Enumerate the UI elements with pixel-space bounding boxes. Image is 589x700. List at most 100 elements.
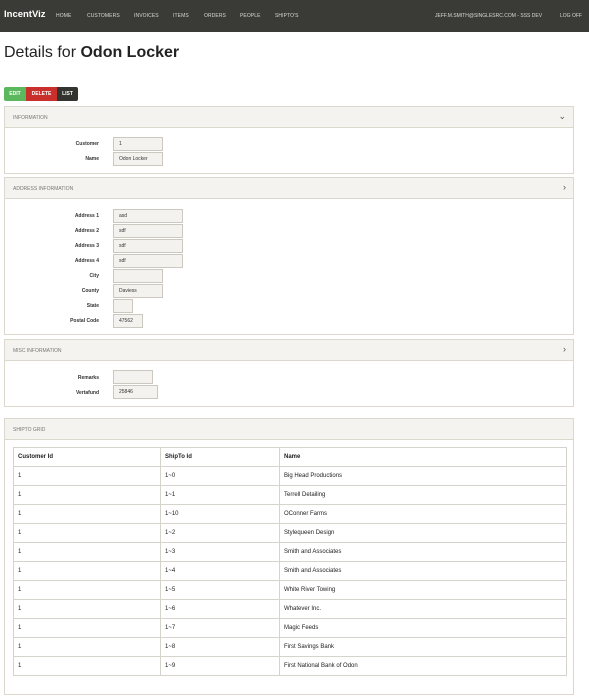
cell-shipto-id: 1~0	[160, 466, 280, 486]
cell-name: Smith and Associates	[279, 542, 567, 562]
customer-label: Customer	[75, 141, 99, 147]
misc-panel: MISC INFORMATION › Remarks Vertafund 258…	[4, 339, 574, 407]
cell-name: Smith and Associates	[279, 561, 567, 581]
cell-shipto-id: 1~7	[160, 618, 280, 638]
state-label: State	[86, 303, 99, 309]
page-title-name: Odon Locker	[80, 44, 180, 61]
nav-home[interactable]: HOME	[56, 13, 71, 19]
shipto-panel-title: SHIPTO GRID	[13, 427, 46, 433]
information-panel-heading[interactable]: INFORMATION ⌄	[5, 107, 573, 128]
information-panel-title: INFORMATION	[13, 115, 48, 121]
cell-customer-id: 1	[13, 637, 161, 657]
address1-field[interactable]: asd	[113, 209, 183, 223]
cell-name: First National Bank of Odon	[279, 656, 567, 676]
cell-shipto-id: 1~4	[160, 561, 280, 581]
table-row[interactable]: 1 1~3 Smith and Associates	[13, 542, 567, 562]
table-row[interactable]: 1 1~9 First National Bank of Odon	[13, 656, 567, 676]
cell-customer-id: 1	[13, 599, 161, 619]
nav-logoff[interactable]: LOG OFF	[560, 13, 582, 19]
top-navbar: IncentViz HOME CUSTOMERS INVOICES ITEMS …	[0, 0, 589, 32]
cell-name: Stylequeen Design	[279, 523, 567, 543]
table-row[interactable]: 1 1~10 OConner Farms	[13, 504, 567, 524]
table-row[interactable]: 1 1~7 Magic Feeds	[13, 618, 567, 638]
misc-panel-title: MISC INFORMATION	[13, 348, 62, 354]
cell-shipto-id: 1~1	[160, 485, 280, 505]
column-header-customer-id[interactable]: Customer Id	[13, 447, 161, 467]
county-label: County	[81, 288, 99, 294]
cell-shipto-id: 1~8	[160, 637, 280, 657]
page-title-prefix: Details for	[4, 44, 81, 61]
postal-code-field[interactable]: 47562	[113, 314, 143, 328]
cell-shipto-id: 1~10	[160, 504, 280, 524]
vertafund-label: Vertafund	[75, 390, 99, 396]
address-panel-title: ADDRESS INFORMATION	[13, 186, 74, 192]
nav-invoices[interactable]: INVOICES	[134, 13, 159, 19]
chevron-down-icon[interactable]: ⌄	[558, 112, 566, 121]
address2-field[interactable]: sdf	[113, 224, 183, 238]
postal-code-label: Postal Code	[70, 318, 99, 324]
cell-name: Big Head Productions	[279, 466, 567, 486]
customer-field[interactable]: 1	[113, 137, 163, 151]
cell-name: First Savings Bank	[279, 637, 567, 657]
cell-customer-id: 1	[13, 504, 161, 524]
address2-label: Address 2	[74, 228, 99, 234]
cell-customer-id: 1	[13, 523, 161, 543]
cell-name: OConner Farms	[279, 504, 567, 524]
address4-field[interactable]: sdf	[113, 254, 183, 268]
chevron-right-icon[interactable]: ›	[563, 183, 566, 192]
nav-orders[interactable]: ORDERS	[204, 13, 226, 19]
chevron-right-icon[interactable]: ›	[563, 345, 566, 354]
shipto-panel-heading: SHIPTO GRID	[5, 419, 573, 440]
cell-customer-id: 1	[13, 542, 161, 562]
county-field[interactable]: Daviess	[113, 284, 163, 298]
table-row[interactable]: 1 1~5 White River Towing	[13, 580, 567, 600]
address1-label: Address 1	[74, 213, 99, 219]
nav-people[interactable]: PEOPLE	[240, 13, 261, 19]
nav-customers[interactable]: CUSTOMERS	[87, 13, 120, 19]
nav-items[interactable]: ITEMS	[173, 13, 189, 19]
name-label: Name	[85, 156, 99, 162]
column-header-name[interactable]: Name	[279, 447, 567, 467]
table-row[interactable]: 1 1~8 First Savings Bank	[13, 637, 567, 657]
shipto-panel: SHIPTO GRID Customer Id ShipTo Id Name 1…	[4, 418, 574, 695]
information-panel: INFORMATION ⌄ Customer 1 Name Odon Locke…	[4, 106, 574, 174]
delete-button[interactable]: DELETE	[26, 87, 57, 101]
address-panel-heading[interactable]: ADDRESS INFORMATION ›	[5, 178, 573, 199]
state-field[interactable]	[113, 299, 133, 313]
name-field[interactable]: Odon Locker	[113, 152, 163, 166]
city-label: City	[89, 273, 99, 279]
cell-customer-id: 1	[13, 580, 161, 600]
list-button[interactable]: LIST	[57, 87, 78, 101]
shipto-table: Customer Id ShipTo Id Name 1 1~0 Big Head …	[13, 447, 567, 676]
address-panel: ADDRESS INFORMATION › Address 1 asd Addr…	[4, 177, 574, 335]
address3-field[interactable]: sdf	[113, 239, 183, 253]
cell-name: White River Towing	[279, 580, 567, 600]
brand-logo[interactable]: IncentViz	[4, 9, 46, 20]
cell-shipto-id: 1~3	[160, 542, 280, 562]
city-field[interactable]	[113, 269, 163, 283]
address3-label: Address 3	[74, 243, 99, 249]
table-row[interactable]: 1 1~0 Big Head Productions	[13, 466, 567, 486]
misc-panel-heading[interactable]: MISC INFORMATION ›	[5, 340, 573, 361]
table-row[interactable]: 1 1~1 Terrell Detailing	[13, 485, 567, 505]
cell-customer-id: 1	[13, 485, 161, 505]
cell-name: Terrell Detailing	[279, 485, 567, 505]
table-row[interactable]: 1 1~4 Smith and Associates	[13, 561, 567, 581]
cell-customer-id: 1	[13, 561, 161, 581]
cell-shipto-id: 1~2	[160, 523, 280, 543]
vertafund-field[interactable]: 25846	[113, 385, 158, 399]
page-title: Details for Odon Locker	[4, 44, 179, 62]
cell-customer-id: 1	[13, 466, 161, 486]
nav-user-account[interactable]: JEFF.M.SMITH@SINGLESRC.COM - SSS DEV	[435, 13, 542, 19]
table-row[interactable]: 1 1~2 Stylequeen Design	[13, 523, 567, 543]
remarks-field[interactable]	[113, 370, 153, 384]
table-row[interactable]: 1 1~6 Whatever Inc.	[13, 599, 567, 619]
cell-customer-id: 1	[13, 618, 161, 638]
table-header-row: Customer Id ShipTo Id Name	[13, 447, 567, 467]
nav-shiptos[interactable]: SHIPTO'S	[275, 13, 299, 19]
remarks-label: Remarks	[77, 375, 99, 381]
edit-button[interactable]: EDIT	[4, 87, 26, 101]
address4-label: Address 4	[74, 258, 99, 264]
cell-shipto-id: 1~5	[160, 580, 280, 600]
column-header-shipto-id[interactable]: ShipTo Id	[160, 447, 280, 467]
